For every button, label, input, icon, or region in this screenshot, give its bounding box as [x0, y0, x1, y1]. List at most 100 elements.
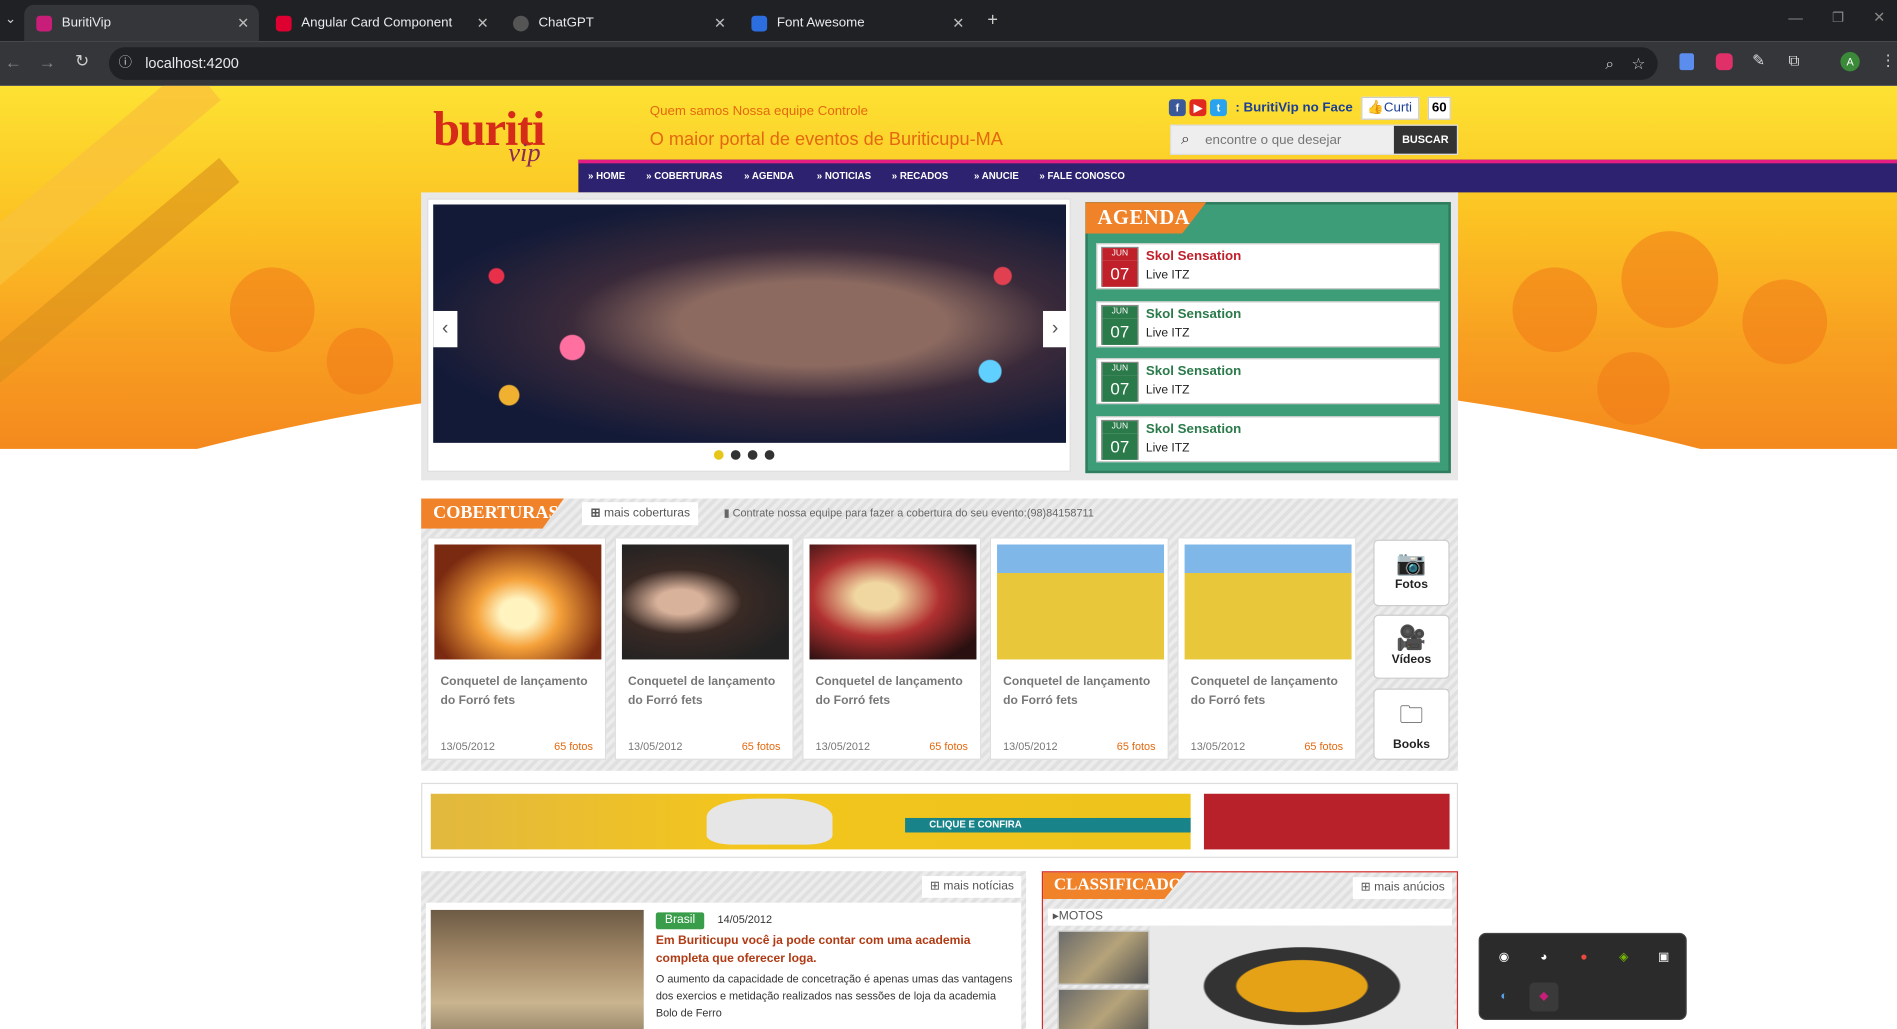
news-tag[interactable]: Brasil [655, 912, 705, 930]
agenda-event[interactable]: JUN 07 Skol Sensation Live ITZ [1096, 416, 1440, 463]
noticias-section: ⊞ mais notícias Brasil 14/05/2012 Em Bur… [421, 871, 1027, 1029]
nav-noticias[interactable]: » NOTICIAS [817, 171, 871, 182]
facebook-icon[interactable]: f [1168, 99, 1186, 117]
tray-window-icon[interactable]: ▣ [1649, 944, 1678, 973]
tray-brand-icon[interactable]: ◆ [1529, 982, 1559, 1012]
slide-image[interactable] [433, 204, 1067, 443]
close-tab-icon[interactable]: ✕ [714, 15, 726, 32]
cobertura-card[interactable]: Conquetel de lançamento do Forró fets 13… [614, 537, 794, 760]
restore-icon[interactable]: ❐ [1832, 10, 1844, 26]
slider-dot[interactable] [764, 450, 775, 460]
mais-noticias-button[interactable]: ⊞ mais notícias [922, 876, 1022, 898]
videos-button[interactable]: 🎥 Vídeos [1373, 614, 1450, 679]
extension-tool-icon[interactable]: ✎ [1752, 51, 1765, 70]
close-tab-icon[interactable]: ✕ [952, 15, 964, 32]
profile-avatar[interactable]: A [1840, 52, 1860, 72]
tray-app-icon[interactable]: ◉ [1490, 944, 1519, 973]
slider-dot[interactable] [713, 450, 724, 460]
search-input[interactable] [1205, 125, 1393, 154]
moto-thumb[interactable] [1057, 988, 1150, 1029]
agenda-event[interactable]: JUN 07 Skol Sensation Live ITZ [1096, 301, 1440, 348]
top-links[interactable]: Quem samos Nossa equipe Controle [650, 104, 868, 119]
tab-buritivip[interactable]: BuritiVip ✕ [24, 4, 259, 42]
youtube-icon[interactable]: ▶ [1189, 99, 1207, 117]
bookmark-star-icon[interactable]: ☆ [1631, 47, 1645, 80]
search-button[interactable]: BUSCAR [1393, 125, 1457, 154]
classificados-title: CLASSIFICADOS [1043, 872, 1186, 900]
twitter-icon[interactable]: t [1210, 99, 1227, 117]
nav-label: COBERTURAS [654, 170, 723, 182]
card-title: Conquetel de lançamento do Forró fets [1190, 675, 1338, 708]
nav-agenda[interactable]: » AGENDA [744, 171, 794, 182]
date-badge: JUN 07 [1101, 304, 1139, 345]
books-button[interactable]: 🗀 Books [1373, 688, 1450, 760]
card-count: 65 fotos [1304, 740, 1344, 753]
curti-button[interactable]: 👍Curti [1361, 96, 1420, 120]
steam-icon[interactable]: ◐ [1490, 983, 1519, 1012]
new-tab-icon[interactable]: + [987, 10, 998, 31]
back-icon[interactable]: ← [5, 52, 22, 71]
slider-next-button[interactable]: › [1043, 310, 1068, 348]
main-nav: » HOME » COBERTURAS » AGENDA » NOTICIAS … [578, 159, 1897, 193]
close-tab-icon[interactable]: ✕ [237, 15, 249, 32]
event-month: JUN [1102, 363, 1138, 376]
agenda-event[interactable]: JUN 07 Skol Sensation Live ITZ [1096, 243, 1440, 290]
slider-prev-button[interactable]: ‹ [433, 310, 458, 348]
zoom-icon[interactable]: ⌕ [1605, 47, 1614, 80]
card-image [621, 544, 789, 660]
news-item[interactable]: Brasil 14/05/2012 Em Buriticupu você ja … [425, 902, 1022, 1029]
main-content: ‹ › AGENDA JUN 07 Skol Sensation Live ITZ [421, 192, 1459, 1029]
reload-icon[interactable]: ↻ [75, 51, 89, 72]
nav-coberturas[interactable]: » COBERTURAS [646, 171, 722, 182]
mais-coberturas-button[interactable]: ⊞ mais coberturas [582, 502, 699, 526]
event-month: JUN [1102, 421, 1138, 434]
card-count: 65 fotos [554, 740, 593, 753]
tab-font-awesome[interactable]: Font Awesome ✕ [739, 5, 974, 41]
nav-recados[interactable]: » RECADOS [892, 171, 948, 182]
event-day: 07 [1102, 260, 1138, 287]
cobertura-card[interactable]: Conquetel de lançamento do Forró fets 13… [989, 537, 1169, 760]
tab-chatgpt[interactable]: ChatGPT ✕ [501, 5, 736, 41]
nav-home[interactable]: » HOME [588, 171, 625, 182]
news-title[interactable]: Em Buriticupu você ja pode contar com um… [656, 932, 995, 968]
fotos-button[interactable]: 📷 Fotos [1373, 539, 1450, 607]
close-tab-icon[interactable]: ✕ [477, 15, 489, 32]
minimize-icon[interactable]: — [1788, 10, 1803, 27]
agenda-title: AGENDA [1085, 202, 1207, 234]
nav-fale-conosco[interactable]: » FALE CONOSCO [1039, 171, 1125, 182]
tab-angular-card[interactable]: Angular Card Component ✕ [264, 5, 499, 41]
card-title: Conquetel de lançamento do Forró fets [440, 675, 588, 708]
mais-anuncios-button[interactable]: ⊞ mais anúcios [1353, 877, 1452, 900]
category-motos[interactable]: ▸MOTOS [1047, 908, 1452, 926]
slider-dot[interactable] [747, 450, 758, 460]
tab-list-chevron-icon[interactable]: ⌄ [5, 11, 16, 27]
discord-icon[interactable]: ◕ [1529, 944, 1558, 973]
red-banner[interactable] [1203, 793, 1450, 850]
ad-banner: CLIQUE E CONFIRA [421, 782, 1459, 858]
buritivip-logo[interactable]: buriti vip [433, 100, 578, 177]
cobertura-card[interactable]: Conquetel de lançamento do Forró fets 13… [1177, 537, 1357, 760]
extension-docs-icon[interactable] [1679, 53, 1694, 71]
moto-main-image[interactable] [1149, 925, 1455, 1029]
nvidia-icon[interactable]: ◈ [1609, 944, 1638, 973]
forward-icon[interactable]: → [39, 52, 56, 71]
buritivip-favicon-icon [36, 15, 53, 31]
moto-thumb[interactable] [1057, 930, 1150, 985]
close-window-icon[interactable]: ✕ [1873, 8, 1885, 25]
site-info-icon[interactable]: ⓘ [119, 47, 132, 80]
nav-label: FALE CONOSCO [1047, 170, 1125, 182]
slider-dot[interactable] [730, 450, 741, 460]
folder-icon: 🗀 [1399, 701, 1424, 729]
nav-anucie[interactable]: » ANUCIE [974, 171, 1019, 182]
coberturas-title: COBERTURAS [421, 498, 564, 529]
cobertura-card[interactable]: Conquetel de lançamento do Forró fets 13… [427, 537, 607, 760]
cobertura-card[interactable]: Conquetel de lançamento do Forró fets 13… [802, 537, 982, 760]
tray-record-icon[interactable]: ● [1569, 944, 1598, 973]
agenda-event[interactable]: JUN 07 Skol Sensation Live ITZ [1096, 358, 1440, 405]
url-input[interactable]: ⓘ localhost:4200 ⌕ ☆ [108, 47, 1658, 80]
url-text: localhost:4200 [145, 54, 239, 72]
extension-pocket-icon[interactable] [1715, 53, 1733, 71]
browser-menu-icon[interactable]: ⋮ [1880, 51, 1896, 70]
extensions-puzzle-icon[interactable]: ⧉ [1788, 51, 1799, 70]
banner-image[interactable]: CLIQUE E CONFIRA [430, 793, 1191, 850]
